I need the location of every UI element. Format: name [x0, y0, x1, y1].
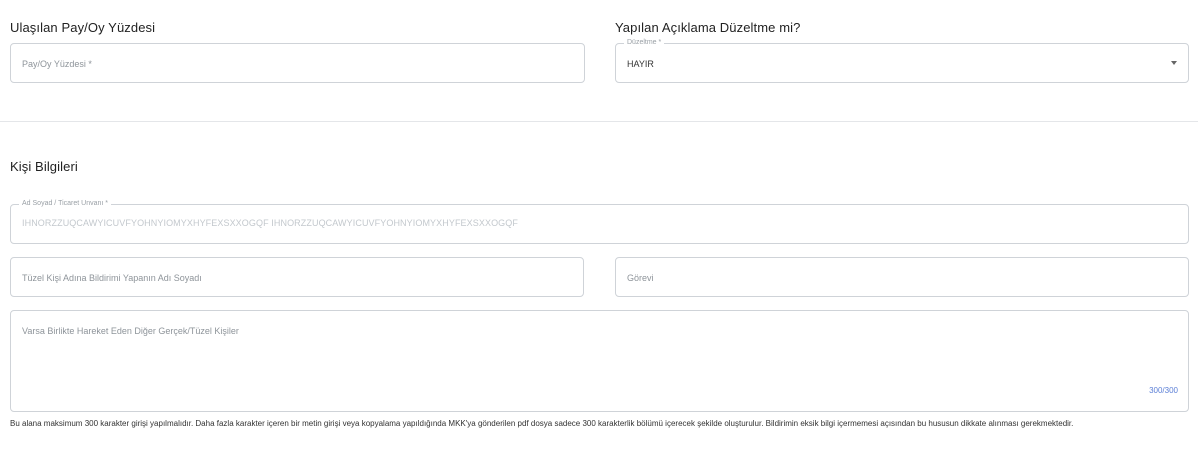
others-textarea-placeholder: Varsa Birlikte Hareket Eden Diğer Gerçek…	[22, 326, 239, 336]
helper-text: Bu alana maksimum 300 karakter girişi ya…	[10, 419, 1074, 428]
correction-select-label: Düzeltme *	[624, 38, 665, 48]
legal-person-name-placeholder: Tüzel Kişi Adına Bildirimi Yapanın Adı S…	[22, 273, 202, 283]
percent-input[interactable]: Pay/Oy Yüzdesi *	[10, 43, 585, 83]
section-divider	[0, 121, 1198, 122]
character-counter: 300/300	[1149, 386, 1178, 395]
role-placeholder: Görevi	[627, 273, 654, 283]
name-field-label: Ad Soyad / Ticaret Unvanı *	[19, 199, 111, 209]
correction-select-value: HAYIR	[627, 59, 654, 69]
correction-section-title: Yapılan Açıklama Düzeltme mi?	[615, 20, 801, 35]
role-input[interactable]: Görevi	[615, 257, 1189, 297]
percent-section-title: Ulaşılan Pay/Oy Yüzdesi	[10, 20, 156, 35]
percent-input-placeholder: Pay/Oy Yüzdesi *	[22, 59, 92, 69]
others-textarea[interactable]: Varsa Birlikte Hareket Eden Diğer Gerçek…	[10, 310, 1189, 412]
name-field[interactable]: Ad Soyad / Ticaret Unvanı * IHNORZZUQCAW…	[10, 199, 1189, 244]
correction-select[interactable]: Düzeltme * HAYIR	[615, 38, 1189, 83]
chevron-down-icon	[1171, 61, 1177, 65]
person-section-title: Kişi Bilgileri	[10, 159, 78, 174]
legal-person-name-input[interactable]: Tüzel Kişi Adına Bildirimi Yapanın Adı S…	[10, 257, 584, 297]
name-field-value: IHNORZZUQCAWYICUVFYOHNYIOMYXHYFEXSXXOGQF…	[22, 218, 518, 228]
